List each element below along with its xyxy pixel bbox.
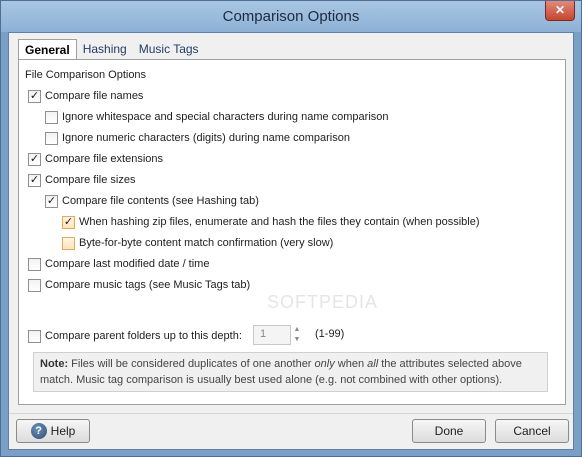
tab-hashing[interactable]: Hashing [77,39,133,59]
option-label: Compare file extensions [45,153,164,165]
checkbox-checked-icon[interactable]: ✓ [62,215,75,229]
note-text-1: Files will be considered duplicates of o… [68,358,315,370]
option-label: Compare last modified date / time [45,258,210,270]
option-ignore-whitespace[interactable]: Ignore whitespace and special characters… [45,109,389,125]
section-title: File Comparison Options [25,69,147,81]
option-label: Compare file sizes [45,174,136,186]
option-compare-music-tags[interactable]: Compare music tags (see Music Tags tab) [28,277,250,293]
option-label: When hashing zip files, enumerate and ha… [79,216,480,228]
depth-stepper[interactable]: ▲ ▼ [292,325,302,345]
help-icon: ? [30,423,47,439]
note-box: Note: Files will be considered duplicate… [33,352,548,392]
checkbox-icon[interactable] [62,236,75,250]
general-panel: File Comparison Options ✓ Compare file n… [18,59,566,405]
depth-input[interactable]: 1 [253,325,291,345]
tab-bar: General Hashing Music Tags [18,39,205,60]
watermark-logo: SOFTPEDIA [267,292,379,312]
option-hash-zip-files[interactable]: ✓ When hashing zip files, enumerate and … [62,214,480,230]
option-label: Compare file contents (see Hashing tab) [62,195,259,207]
option-compare-parent-folders[interactable]: Compare parent folders up to this depth: [28,328,242,344]
note-emphasis-only: only [314,358,335,370]
comparison-options-window: Comparison Options ✕ General Hashing Mus… [0,0,582,457]
note-label: Note: [40,358,69,370]
chevron-down-icon[interactable]: ▼ [292,335,302,345]
option-compare-file-names[interactable]: ✓ Compare file names [28,88,143,104]
checkbox-icon[interactable] [45,110,58,124]
option-label: Compare music tags (see Music Tags tab) [45,279,251,291]
option-compare-extensions[interactable]: ✓ Compare file extensions [28,151,163,167]
option-ignore-numeric[interactable]: Ignore numeric characters (digits) durin… [45,130,350,146]
option-label: Ignore numeric characters (digits) durin… [62,132,350,144]
window-title: Comparison Options [222,8,360,25]
chevron-up-icon[interactable]: ▲ [292,325,302,335]
checkbox-checked-icon[interactable]: ✓ [45,194,58,208]
checkbox-icon[interactable] [28,278,41,292]
checkbox-icon[interactable] [45,131,58,145]
tab-music-tags[interactable]: Music Tags [133,39,205,59]
cancel-button[interactable]: Cancel [495,419,569,443]
option-label: Ignore whitespace and special characters… [62,111,389,123]
close-button[interactable]: ✕ [545,1,575,21]
checkbox-icon[interactable] [28,329,41,343]
dialog-body: General Hashing Music Tags File Comparis… [8,32,574,450]
tab-general[interactable]: General [18,39,77,60]
option-compare-sizes[interactable]: ✓ Compare file sizes [28,172,135,188]
option-byte-for-byte[interactable]: Byte-for-byte content match confirmation… [62,235,333,251]
option-label: Byte-for-byte content match confirmation… [79,237,334,249]
checkbox-checked-icon[interactable]: ✓ [28,152,41,166]
note-text-2: when [334,358,368,370]
depth-range-hint: (1-99) [315,328,345,340]
note-emphasis-all: all [367,358,379,370]
checkbox-checked-icon[interactable]: ✓ [28,89,41,103]
done-button[interactable]: Done [412,419,486,443]
title-bar: Comparison Options ✕ [1,1,581,32]
checkbox-icon[interactable] [28,257,41,271]
option-label: Compare file names [45,90,144,102]
help-button[interactable]: ? Help [16,419,90,443]
checkbox-checked-icon[interactable]: ✓ [28,173,41,187]
divider [9,413,573,414]
option-compare-modified-date[interactable]: Compare last modified date / time [28,256,209,272]
option-label: Compare parent folders up to this depth: [45,330,242,342]
help-label: Help [50,424,76,438]
option-compare-contents[interactable]: ✓ Compare file contents (see Hashing tab… [45,193,259,209]
